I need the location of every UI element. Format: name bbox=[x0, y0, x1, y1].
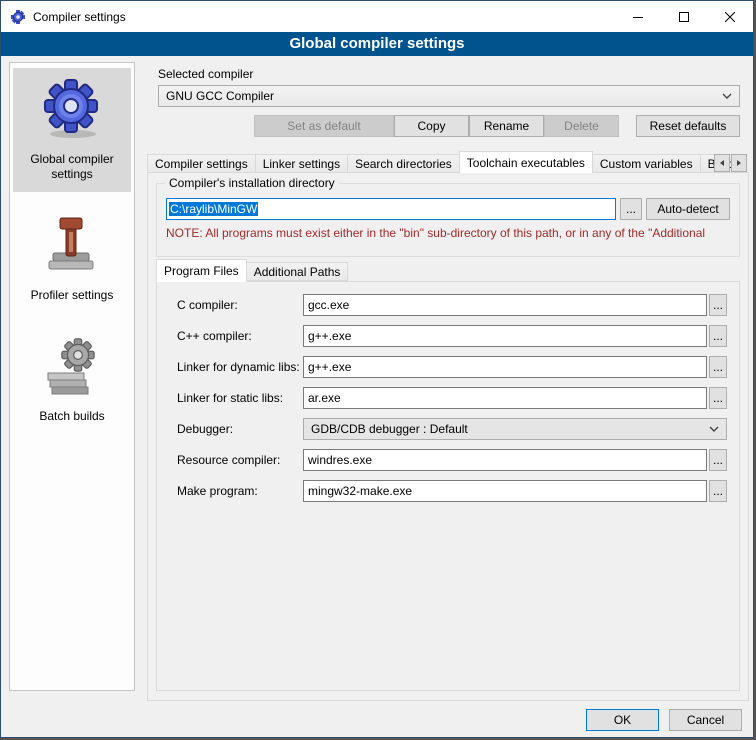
c-compiler-row: C compiler: ... bbox=[177, 294, 727, 316]
make-program-input[interactable] bbox=[303, 480, 707, 502]
debugger-dropdown[interactable]: GDB/CDB debugger : Default bbox=[303, 418, 727, 440]
dialog-footer: OK Cancel bbox=[586, 709, 742, 731]
installation-directory-row: C:\raylib\MinGW ... Auto-detect bbox=[166, 198, 730, 220]
main-area: Selected compiler GNU GCC Compiler Set a… bbox=[147, 62, 749, 702]
cpp-compiler-input[interactable] bbox=[303, 325, 707, 347]
minimize-button[interactable] bbox=[615, 1, 661, 32]
close-button[interactable] bbox=[707, 1, 753, 32]
sidebar-item-profiler-settings[interactable]: Profiler settings bbox=[13, 204, 131, 313]
delete-button: Delete bbox=[544, 115, 619, 137]
chevron-down-icon bbox=[722, 93, 732, 99]
resource-compiler-input[interactable] bbox=[303, 449, 707, 471]
rename-button[interactable]: Rename bbox=[469, 115, 544, 137]
window-title: Compiler settings bbox=[33, 10, 126, 24]
cpp-compiler-label: C++ compiler: bbox=[177, 329, 303, 343]
program-files-panel: C compiler: ... C++ compiler: ... Linker… bbox=[156, 281, 740, 691]
auto-detect-button[interactable]: Auto-detect bbox=[646, 198, 730, 220]
debugger-label: Debugger: bbox=[177, 422, 303, 436]
make-program-row: Make program: ... bbox=[177, 480, 727, 502]
ok-button[interactable]: OK bbox=[586, 709, 659, 731]
resource-compiler-browse-button[interactable]: ... bbox=[709, 449, 727, 471]
tab-program-files[interactable]: Program Files bbox=[156, 259, 247, 282]
c-compiler-input[interactable] bbox=[303, 294, 707, 316]
blue-gear-icon bbox=[40, 76, 104, 140]
gray-gear-stack-icon bbox=[40, 333, 104, 397]
tab-scroll-left-button[interactable] bbox=[714, 154, 730, 172]
titlebar: Compiler settings bbox=[1, 1, 753, 32]
tab-toolchain-executables[interactable]: Toolchain executables bbox=[459, 151, 593, 173]
tab-scroll-right-button[interactable] bbox=[731, 154, 747, 172]
tab-linker-settings[interactable]: Linker settings bbox=[255, 154, 348, 173]
selected-compiler-dropdown[interactable]: GNU GCC Compiler bbox=[158, 85, 740, 107]
tab-compiler-settings[interactable]: Compiler settings bbox=[147, 154, 256, 173]
installation-directory-group: Compiler's installation directory C:\ray… bbox=[156, 183, 740, 257]
installation-directory-browse-button[interactable]: ... bbox=[620, 198, 642, 220]
settings-tabstrip: Compiler settings Linker settings Search… bbox=[147, 150, 749, 173]
chevron-down-icon bbox=[709, 426, 719, 432]
selected-compiler-value: GNU GCC Compiler bbox=[166, 89, 274, 103]
close-icon bbox=[725, 12, 735, 22]
tab-custom-variables[interactable]: Custom variables bbox=[592, 154, 701, 173]
installation-directory-group-title: Compiler's installation directory bbox=[165, 176, 339, 190]
debugger-row: Debugger: GDB/CDB debugger : Default bbox=[177, 418, 727, 440]
sidebar-item-label: Batch builds bbox=[39, 409, 104, 424]
profiler-tool-icon bbox=[40, 212, 104, 276]
dynamic-linker-input[interactable] bbox=[303, 356, 707, 378]
reset-defaults-button[interactable]: Reset defaults bbox=[636, 115, 740, 137]
copy-button[interactable]: Copy bbox=[394, 115, 469, 137]
installation-directory-value: C:\raylib\MinGW bbox=[169, 202, 258, 216]
dynamic-linker-row: Linker for dynamic libs: ... bbox=[177, 356, 727, 378]
compiler-settings-dialog: Compiler settings Global compiler settin… bbox=[0, 0, 754, 738]
dynamic-linker-label: Linker for dynamic libs: bbox=[177, 360, 303, 374]
resource-compiler-label: Resource compiler: bbox=[177, 453, 303, 467]
tab-additional-paths[interactable]: Additional Paths bbox=[246, 262, 349, 281]
make-program-label: Make program: bbox=[177, 484, 303, 498]
app-icon bbox=[10, 9, 26, 25]
minimize-icon bbox=[633, 12, 643, 22]
static-linker-input[interactable] bbox=[303, 387, 707, 409]
arrow-left-icon bbox=[718, 159, 726, 167]
c-compiler-label: C compiler: bbox=[177, 298, 303, 312]
program-files-tabstrip: Program Files Additional Paths bbox=[156, 260, 740, 281]
maximize-button[interactable] bbox=[661, 1, 707, 32]
cancel-button[interactable]: Cancel bbox=[669, 709, 742, 731]
make-program-browse-button[interactable]: ... bbox=[709, 480, 727, 502]
cpp-compiler-row: C++ compiler: ... bbox=[177, 325, 727, 347]
page-title: Global compiler settings bbox=[1, 32, 753, 56]
tab-scroll-arrows bbox=[713, 154, 747, 172]
toolchain-executables-panel: Compiler's installation directory C:\ray… bbox=[147, 172, 749, 701]
caption-buttons bbox=[615, 1, 753, 32]
installation-directory-input[interactable]: C:\raylib\MinGW bbox=[166, 198, 616, 220]
arrow-right-icon bbox=[735, 159, 743, 167]
sidebar-item-label: Global compiler settings bbox=[15, 152, 129, 182]
compiler-button-row: Set as default Copy Rename Delete Reset … bbox=[158, 115, 740, 137]
sidebar-item-global-compiler-settings[interactable]: Global compiler settings bbox=[13, 68, 131, 192]
c-compiler-browse-button[interactable]: ... bbox=[709, 294, 727, 316]
dynamic-linker-browse-button[interactable]: ... bbox=[709, 356, 727, 378]
maximize-icon bbox=[679, 12, 689, 22]
static-linker-label: Linker for static libs: bbox=[177, 391, 303, 405]
static-linker-row: Linker for static libs: ... bbox=[177, 387, 727, 409]
static-linker-browse-button[interactable]: ... bbox=[709, 387, 727, 409]
cpp-compiler-browse-button[interactable]: ... bbox=[709, 325, 727, 347]
selected-compiler-label: Selected compiler bbox=[158, 67, 253, 81]
tab-search-directories[interactable]: Search directories bbox=[347, 154, 460, 173]
set-as-default-button: Set as default bbox=[254, 115, 394, 137]
bin-subdirectory-note: NOTE: All programs must exist either in … bbox=[166, 226, 737, 240]
settings-sidebar: Global compiler settings Profiler settin… bbox=[9, 62, 135, 691]
sidebar-item-batch-builds[interactable]: Batch builds bbox=[13, 325, 131, 434]
sidebar-item-label: Profiler settings bbox=[31, 288, 114, 303]
debugger-value: GDB/CDB debugger : Default bbox=[311, 422, 468, 436]
resource-compiler-row: Resource compiler: ... bbox=[177, 449, 727, 471]
